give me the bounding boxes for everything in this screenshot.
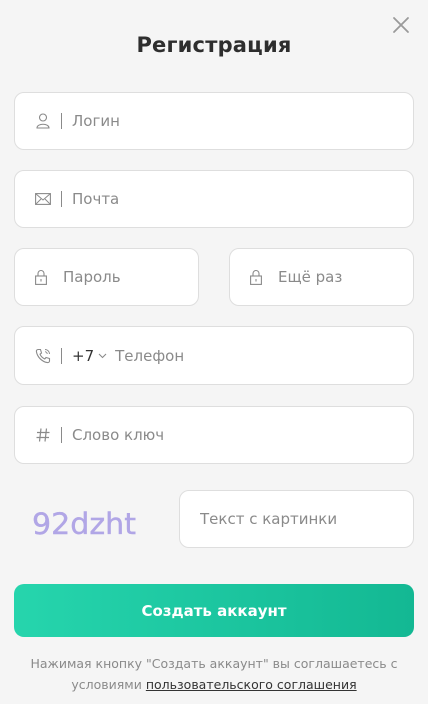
- password-field[interactable]: [14, 248, 257, 306]
- keyword-input[interactable]: [72, 407, 413, 463]
- phone-input[interactable]: [115, 327, 413, 384]
- svg-text:92dzht: 92dzht: [32, 507, 136, 541]
- country-code: +7: [72, 346, 95, 365]
- login-field[interactable]: [14, 92, 414, 150]
- create-account-button[interactable]: Создать аккаунт: [14, 584, 414, 637]
- user-agreement-link[interactable]: пользовательского соглашения: [146, 677, 357, 692]
- field-divider: [61, 113, 62, 129]
- login-input[interactable]: [72, 93, 413, 149]
- password-input[interactable]: [63, 249, 257, 305]
- country-code-select[interactable]: +7: [72, 347, 107, 365]
- email-input[interactable]: [72, 171, 413, 227]
- email-field[interactable]: [14, 170, 414, 228]
- chevron-down-icon: [98, 353, 107, 358]
- password-repeat-field[interactable]: [229, 248, 428, 306]
- phone-field[interactable]: +7: [14, 326, 414, 385]
- field-divider: [61, 427, 62, 443]
- field-divider: [61, 191, 62, 207]
- keyword-field[interactable]: [14, 406, 414, 464]
- agreement-text: Нажимая кнопку "Создать аккаунт" вы согл…: [10, 653, 418, 695]
- field-divider: [61, 347, 62, 364]
- user-icon: [35, 113, 51, 129]
- captcha-image: 92dzht: [32, 507, 136, 541]
- lock-icon: [250, 269, 262, 285]
- captcha-field[interactable]: [179, 490, 414, 548]
- mail-icon: [35, 191, 51, 207]
- password-repeat-input[interactable]: [278, 249, 428, 305]
- phone-icon: [35, 348, 51, 364]
- lock-icon: [35, 269, 47, 285]
- captcha-input[interactable]: [200, 491, 413, 547]
- modal-title: Регистрация: [136, 33, 292, 57]
- hash-icon: [35, 427, 51, 443]
